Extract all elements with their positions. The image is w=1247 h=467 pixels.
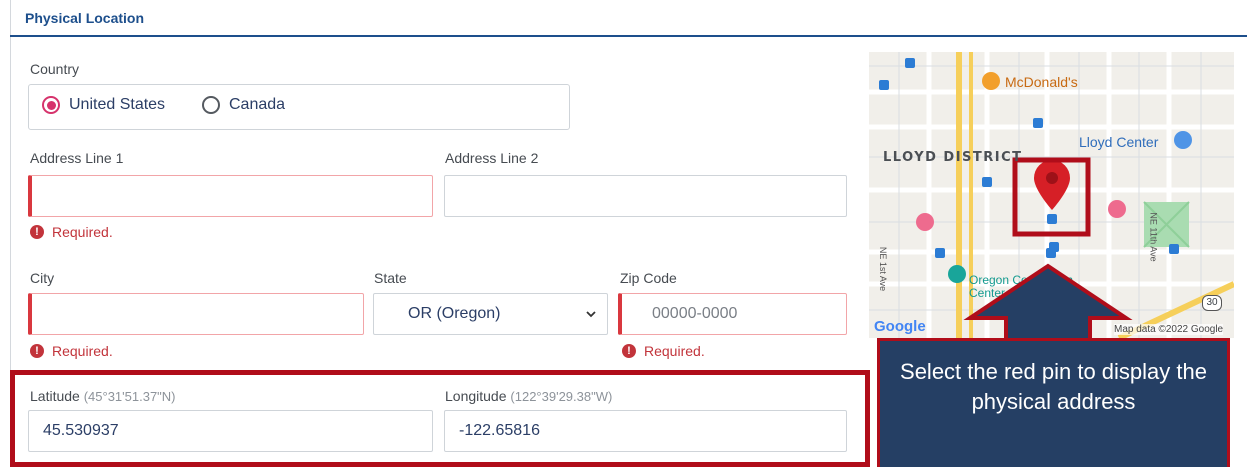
country-radio-group: United States Canada bbox=[28, 84, 570, 130]
state-label: State bbox=[374, 270, 407, 286]
country-label: Country bbox=[30, 61, 80, 77]
address-line1-input[interactable] bbox=[28, 175, 433, 217]
google-logo: Google bbox=[874, 318, 926, 335]
address-line1-label: Address Line 1 bbox=[30, 150, 124, 166]
radio-canada-label: Canada bbox=[229, 96, 286, 113]
radio-united-states-label: United States bbox=[69, 96, 166, 113]
address-line1-error: ! Required. bbox=[30, 224, 113, 240]
chevron-down-icon bbox=[586, 311, 596, 318]
city-input[interactable] bbox=[28, 293, 364, 335]
address-line1-error-text: Required. bbox=[52, 224, 113, 240]
map-label-ne-1st: NE 1st Ave bbox=[878, 246, 889, 292]
zip-error: ! Required. bbox=[622, 343, 705, 359]
instruction-callout: Select the red pin to display the physic… bbox=[877, 338, 1230, 467]
radio-canada[interactable]: Canada bbox=[202, 96, 285, 114]
city-error: ! Required. bbox=[30, 343, 113, 359]
error-icon: ! bbox=[30, 344, 44, 358]
lat-long-highlight bbox=[10, 370, 870, 467]
route-shield-icon: 30 bbox=[1202, 295, 1222, 311]
radio-selected-icon bbox=[42, 96, 60, 114]
radio-unselected-icon bbox=[202, 96, 220, 114]
address-line2-label: Address Line 2 bbox=[445, 150, 539, 166]
radio-united-states[interactable]: United States bbox=[42, 96, 165, 114]
city-error-text: Required. bbox=[52, 343, 113, 359]
zip-label: Zip Code bbox=[620, 270, 677, 286]
map-label-lloyd-center: Lloyd Center bbox=[1079, 134, 1159, 150]
zip-input[interactable]: 00000-0000 bbox=[618, 293, 847, 335]
map-label-mcdonalds: McDonald's bbox=[1005, 74, 1078, 90]
error-icon: ! bbox=[30, 225, 44, 239]
map-label-ne-11th: NE 11th Ave bbox=[1148, 212, 1159, 262]
section-divider bbox=[10, 35, 1247, 37]
city-label: City bbox=[30, 270, 55, 286]
state-select-value: OR (Oregon) bbox=[408, 305, 501, 322]
address-line2-input[interactable] bbox=[444, 175, 847, 217]
section-title: Physical Location bbox=[25, 10, 145, 26]
map-label-district: LLOYD DISTRICT bbox=[883, 150, 1023, 165]
callout-arrow-icon bbox=[963, 263, 1133, 342]
zip-error-text: Required. bbox=[644, 343, 705, 359]
error-icon: ! bbox=[622, 344, 636, 358]
state-select[interactable]: OR (Oregon) bbox=[373, 293, 608, 335]
